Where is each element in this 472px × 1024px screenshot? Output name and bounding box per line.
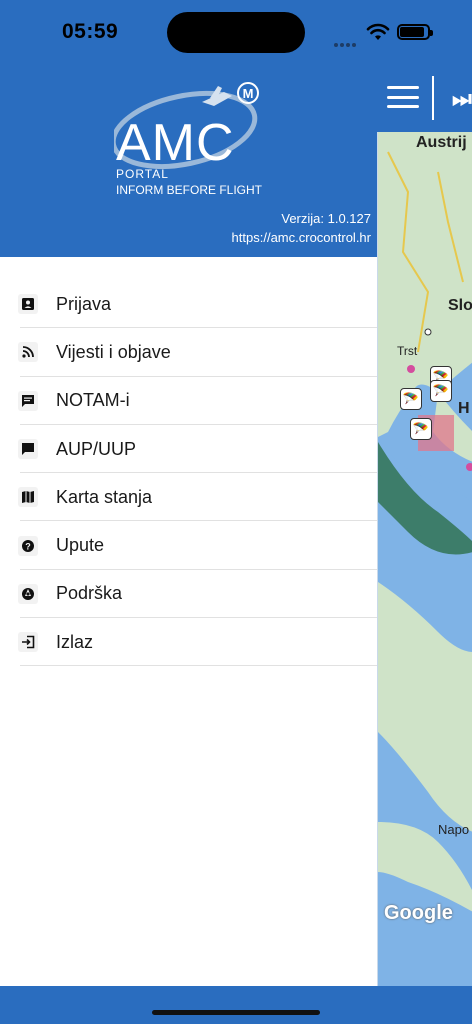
fast-forward-icon[interactable]: ⏭ [452,86,472,112]
menu-item-label: Podrška [56,583,123,604]
rss-icon [18,342,38,363]
bottom-bar [0,986,472,1024]
menu-item-podrska[interactable]: Podrška [0,570,377,619]
logo-tagline: INFORM BEFORE FLIGHT [116,183,263,197]
map-toolbar: ⏭ [377,60,472,132]
support-icon [18,583,38,604]
navigation-drawer: M AMC PORTAL INFORM BEFORE FLIGHT Verzij… [0,60,377,986]
menu-item-label: Vijesti i objave [56,341,171,362]
help-circle-icon: ? [18,535,38,556]
dynamic-island [167,12,305,53]
battery-icon [397,24,433,40]
drawer-menu: Prijava Vijesti i objave NOTAM-i AUP/UUP… [0,280,377,667]
google-logo: Google [384,902,453,924]
hamburger-menu-icon[interactable] [387,86,419,108]
id-card-icon [18,294,38,315]
parachute-marker-icon[interactable]: 🪂 [410,418,432,440]
menu-item-label: Izlaz [56,631,94,652]
drawer-header: M AMC PORTAL INFORM BEFORE FLIGHT Verzij… [0,60,377,257]
map-terrain [378,132,472,996]
map-label: Austrij [416,134,467,151]
toolbar-divider [432,76,434,120]
status-bar: 05:59 [0,0,472,60]
map-label: Napo [438,822,470,837]
chat-icon [18,439,38,460]
logo-badge: M [243,86,254,101]
menu-item-aup-uup[interactable]: AUP/UUP [0,425,377,474]
app-url[interactable]: https://amc.crocontrol.hr [232,230,371,245]
map-label: H [458,400,470,417]
logo-title: AMC [116,114,235,172]
parachute-marker-icon[interactable]: 🪂 [400,388,422,410]
menu-item-upute[interactable]: ? Upute [0,521,377,571]
map-view[interactable]: Austrij Slo Trst H Napo 🪂 🪂 🪂 🪂 Google [377,132,472,996]
menu-item-label: NOTAM-i [56,390,130,411]
menu-item-vijesti[interactable]: Vijesti i objave [0,328,377,377]
parachute-marker-icon[interactable]: 🪂 [430,380,452,402]
cellular-signal-icon [334,34,358,52]
exit-icon [18,632,38,653]
home-indicator[interactable] [152,1010,320,1015]
menu-item-prijava[interactable]: Prijava [0,280,377,329]
menu-item-label: Prijava [56,293,112,314]
status-time: 05:59 [62,20,119,43]
message-text-icon [18,390,38,411]
map-label: Slo [448,297,472,314]
app-version: Verzija: 1.0.127 [281,211,371,226]
menu-item-label: Karta stanja [56,486,153,507]
map-icon [18,487,38,508]
svg-text:?: ? [25,541,31,551]
menu-item-karta-stanja[interactable]: Karta stanja [0,473,377,522]
logo-portal: PORTAL [116,167,169,181]
wifi-icon [366,23,390,40]
menu-item-notam[interactable]: NOTAM-i [0,377,377,426]
menu-item-label: AUP/UUP [56,438,137,459]
menu-item-label: Upute [56,535,105,556]
menu-item-izlaz[interactable]: Izlaz [0,618,377,667]
map-label: Trst [397,344,418,358]
